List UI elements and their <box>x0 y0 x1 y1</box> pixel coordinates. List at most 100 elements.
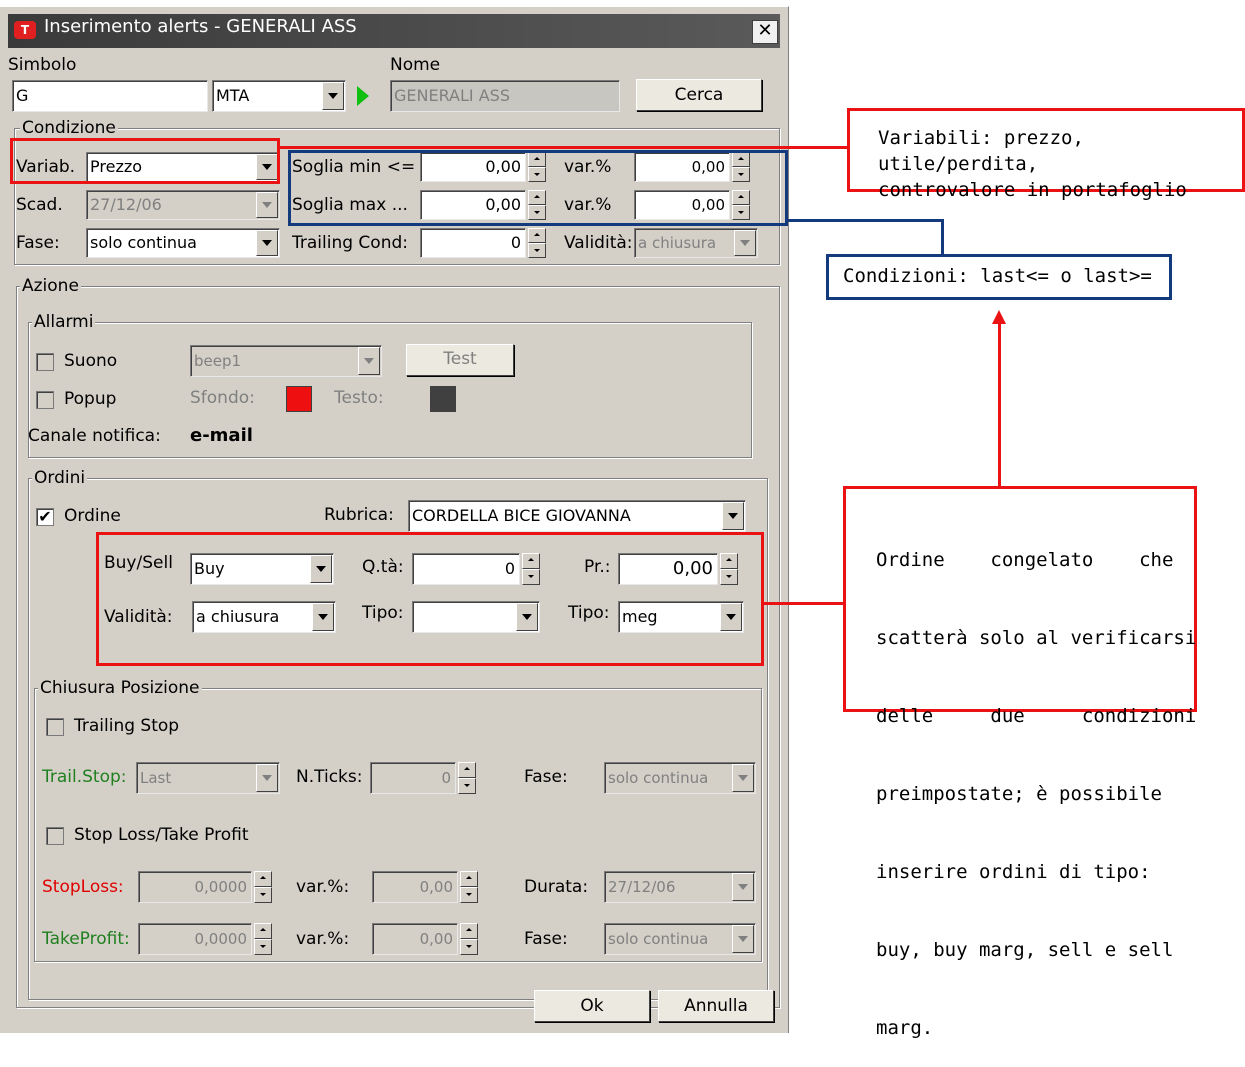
trailstop-select: Last <box>136 762 280 794</box>
chevron-down-icon <box>734 230 756 256</box>
testo-label: Testo: <box>334 388 384 408</box>
ordini-group-label: Ordini <box>32 468 88 488</box>
soglia-connector-v <box>941 219 944 255</box>
variab-highlight-box <box>10 138 280 184</box>
arrow-up-icon <box>992 310 1006 324</box>
rubrica-select[interactable]: CORDELLA BICE GIOVANNA <box>408 500 746 532</box>
trailing-cond-label: Trailing Cond: <box>292 233 408 253</box>
takeprofit-varp-label: var.%: <box>296 929 350 949</box>
ordine-line-3: delle due condizioni <box>876 705 1197 727</box>
sltp-label: Stop Loss/Take Profit <box>74 825 249 845</box>
condizioni-callout: Condizioni: last<= o last>= <box>826 254 1172 300</box>
ordine-checkbox[interactable]: ✔ <box>36 508 54 526</box>
fase-value: solo continua <box>90 233 197 252</box>
variab-connector <box>280 146 850 149</box>
suono-checkbox[interactable] <box>36 353 54 371</box>
trailing-stop-checkbox[interactable] <box>46 718 64 736</box>
suono-select: beep1 <box>190 345 382 377</box>
trailing-cond-input[interactable]: 0 <box>420 228 526 258</box>
stoploss-varp-input: 0,00 <box>372 871 458 903</box>
takeprofit-input: 0,0000 <box>138 923 252 955</box>
nticks-label: N.Ticks: <box>296 767 363 787</box>
stoploss-spinner <box>254 871 272 903</box>
scad-value: 27/12/06 <box>90 195 162 214</box>
window-title: Inserimento alerts - GENERALI ASS <box>44 16 357 37</box>
takeprofit-varp-spinner <box>460 923 478 955</box>
close-button[interactable]: ✕ <box>752 20 778 44</box>
chevron-down-icon <box>358 347 380 375</box>
chevron-down-icon[interactable] <box>322 82 344 110</box>
suono-label: Suono <box>64 351 118 371</box>
rubrica-value: CORDELLA BICE GIOVANNA <box>412 506 631 525</box>
trailstop-value: Last <box>140 769 172 787</box>
sfondo-label: Sfondo: <box>190 388 255 408</box>
trailstop-label: Trail.Stop: <box>42 767 127 787</box>
ordine-highlight-box <box>96 532 764 666</box>
popup-checkbox[interactable] <box>36 391 54 409</box>
soglia-highlight-box <box>288 150 788 226</box>
variabili-line-1: Variabili: prezzo, utile/perdita, <box>878 127 1084 175</box>
variabili-line-2: controvalore in portafoglio <box>878 179 1187 201</box>
canale-notifica-value: e-mail <box>190 425 253 446</box>
fase2-label: Fase: <box>524 929 568 949</box>
sfondo-color-swatch[interactable] <box>286 386 312 412</box>
chevron-down-icon <box>256 192 278 218</box>
testo-color-swatch[interactable] <box>430 386 456 412</box>
sltp-checkbox[interactable] <box>46 827 64 845</box>
ordine-line-1: Ordine congelato che <box>876 549 1174 571</box>
chevron-down-icon <box>732 873 754 901</box>
azione-group-label: Azione <box>20 276 81 296</box>
chevron-down-icon[interactable] <box>256 230 278 256</box>
stoploss-varp-label: var.%: <box>296 877 350 897</box>
ordine-line-7: marg. <box>876 1017 934 1039</box>
condizioni-text: Condizioni: last<= o last>= <box>843 265 1152 287</box>
nticks-input: 0 <box>370 762 456 794</box>
validita-value: a chiusura <box>638 234 717 252</box>
takeprofit-spinner <box>254 923 272 955</box>
simbolo-label: Simbolo <box>8 55 77 75</box>
chevron-down-icon <box>256 764 278 792</box>
trailing-cond-spinner[interactable] <box>528 228 546 258</box>
takeprofit-varp-input: 0,00 <box>372 923 458 955</box>
durata-label: Durata: <box>524 877 589 897</box>
app-logo-icon: T <box>14 21 36 39</box>
durata-select: 27/12/06 <box>604 871 756 903</box>
scad-label: Scad. <box>16 195 63 215</box>
validita-select: a chiusura <box>634 228 758 258</box>
market-select[interactable]: MTA <box>212 80 346 112</box>
simbolo-input[interactable]: G <box>12 80 208 112</box>
ordine-line-5: inserire ordini di tipo: <box>876 861 1151 883</box>
fase2-select: solo continua <box>604 923 756 955</box>
ordine-line-2: scatterà solo al verificarsi <box>876 627 1197 649</box>
takeprofit-label: TakeProfit: <box>42 929 130 949</box>
condizione-group-label: Condizione <box>20 118 118 138</box>
fase2-value: solo continua <box>608 930 709 948</box>
nticks-spinner <box>458 762 476 794</box>
nome-field: GENERALI ASS <box>390 80 620 112</box>
fase-select[interactable]: solo continua <box>86 228 280 258</box>
chiusura-group-label: Chiusura Posizione <box>38 678 202 698</box>
soglia-connector-h <box>788 219 944 222</box>
variabili-callout: Variabili: prezzo, utile/perdita, contro… <box>847 108 1245 201</box>
play-icon[interactable] <box>357 86 369 106</box>
chevron-down-icon[interactable] <box>722 502 744 530</box>
popup-label: Popup <box>64 389 117 409</box>
ordine-label: Ordine <box>64 506 121 526</box>
fase-chiusura-select: solo continua <box>604 762 756 794</box>
trailing-stop-label: Trailing Stop <box>74 716 180 736</box>
ok-button[interactable]: Ok <box>534 990 650 1022</box>
ordine-connector <box>764 602 844 605</box>
ordine-callout: Ordine congelato che scatterà solo al ve… <box>843 486 1197 1039</box>
scad-select: 27/12/06 <box>86 190 280 220</box>
stoploss-label: StopLoss: <box>42 877 124 897</box>
canale-notifica-label: Canale notifica: <box>28 426 161 446</box>
cerca-button[interactable]: Cerca <box>636 79 762 111</box>
nome-label: Nome <box>390 55 441 75</box>
rubrica-label: Rubrica: <box>324 505 394 525</box>
suono-value: beep1 <box>194 352 242 370</box>
test-button: Test <box>406 344 514 376</box>
chevron-down-icon <box>732 925 754 953</box>
market-value: MTA <box>216 86 250 105</box>
ordine-line-4: preimpostate; è possibile <box>876 783 1162 805</box>
annulla-button[interactable]: Annulla <box>658 990 774 1022</box>
